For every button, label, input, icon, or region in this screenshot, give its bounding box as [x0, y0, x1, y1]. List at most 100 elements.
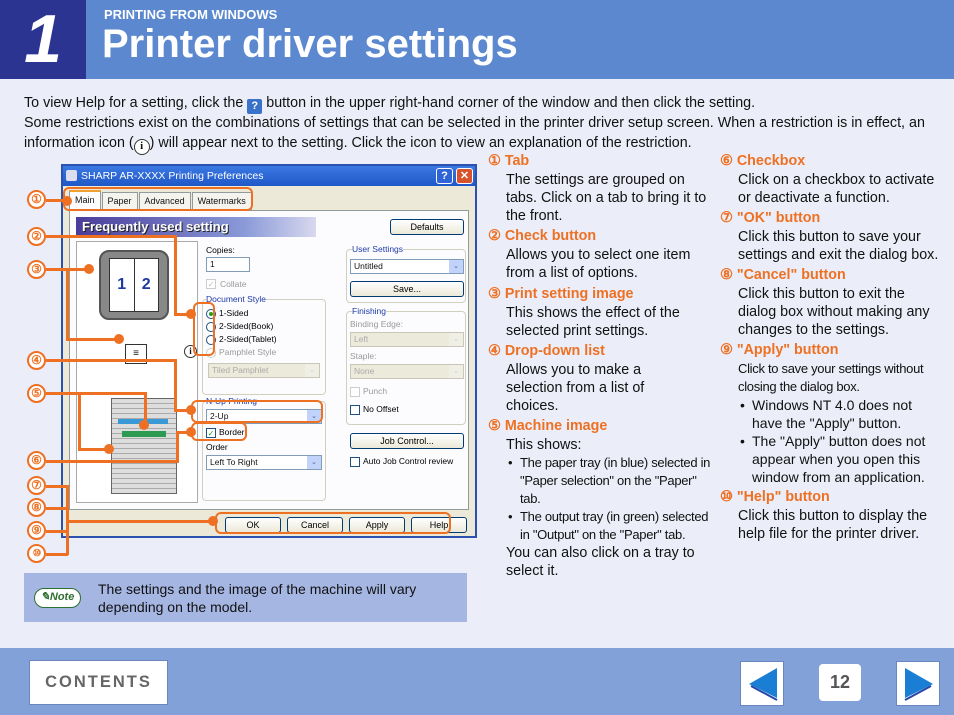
chapter-number: 1: [0, 0, 86, 79]
title-help-button[interactable]: ?: [436, 168, 453, 184]
title-close-button[interactable]: ✕: [456, 168, 473, 184]
callout-leader-line: [46, 553, 68, 556]
binding-edge-dropdown[interactable]: Left ⌄: [350, 332, 464, 347]
user-settings-dropdown[interactable]: Untitled ⌄: [350, 259, 464, 274]
chevron-down-icon: ⌄: [305, 364, 319, 377]
item-heading: ④ Drop-down list: [488, 343, 605, 359]
item-heading: ③ Print setting image: [488, 286, 634, 302]
arrow-right-icon: [904, 668, 933, 701]
callout-9: ⑨: [27, 521, 46, 540]
bullet-item: The "Apply" button does not appear when …: [720, 432, 940, 486]
chevron-down-icon: ⌄: [449, 365, 463, 378]
preview-page: 1 2: [99, 250, 169, 320]
callout-dot: [62, 196, 72, 206]
note-box: ✎Note The settings and the image of the …: [24, 573, 467, 622]
callout-3: ③: [27, 260, 46, 279]
callout-leader-line: [46, 359, 176, 362]
callout-dot: [84, 264, 94, 274]
page-title: Printer driver settings: [102, 22, 518, 66]
callout-leader-line: [46, 507, 68, 510]
item-heading: ⑤ Machine image: [488, 418, 608, 434]
chevron-down-icon: ⌄: [449, 260, 463, 273]
callout-5: ⑤: [27, 384, 46, 403]
intro-text: To view Help for a setting, click the ? …: [24, 94, 934, 155]
item-heading: ⑦ "OK" button: [720, 210, 821, 226]
note-badge: ✎Note: [34, 588, 81, 608]
item-text: Click on a checkbox to activate or deact…: [738, 172, 935, 206]
info-icon: i: [133, 138, 150, 155]
page-header: 1 PRINTING FROM WINDOWS Printer driver s…: [0, 0, 954, 79]
dialog-title: SHARP AR-XXXX Printing Preferences: [81, 170, 264, 182]
callout-leader-line: [174, 359, 177, 411]
callout-7: ⑦: [27, 476, 46, 495]
description-column-2: ⑥ Checkbox Click on a checkbox to activa…: [720, 152, 940, 543]
collate-checkbox[interactable]: ✓: [206, 279, 216, 289]
no-offset-checkbox[interactable]: [350, 405, 360, 415]
item-text: You can also click on a tray to select i…: [506, 545, 695, 579]
item-text: Click this button to exit the dialog box…: [738, 286, 930, 338]
highlight-radios: [193, 302, 215, 356]
save-button[interactable]: Save...: [350, 281, 464, 297]
item-heading: ⑧ "Cancel" button: [720, 267, 846, 283]
bullet-item: Windows NT 4.0 does not have the "Apply"…: [720, 396, 940, 432]
dialog-title-bar: SHARP AR-XXXX Printing Preferences ? ✕: [63, 166, 475, 186]
item-text: Allows you to select one item from a lis…: [506, 247, 691, 281]
chevron-down-icon: ⌄: [449, 333, 463, 346]
callout-dot: [186, 427, 196, 437]
item-text: Allows you to make a selection from a li…: [506, 362, 645, 414]
callout-leader-line: [46, 392, 146, 395]
contents-button[interactable]: CONTENTS: [29, 660, 168, 705]
callout-leader-line: [174, 235, 177, 315]
auto-job-control-checkbox[interactable]: [350, 457, 360, 467]
previous-page-button[interactable]: [740, 661, 784, 706]
callout-leader-line: [46, 460, 178, 463]
pamphlet-dropdown[interactable]: Tiled Pamphlet ⌄: [208, 363, 320, 378]
note-text: The settings and the image of the machin…: [98, 581, 417, 615]
callout-leader-line: [144, 392, 147, 422]
callout-leader-line: [46, 235, 176, 238]
highlight-border: [191, 422, 247, 441]
item-heading: ① Tab: [488, 153, 530, 169]
callout-2: ②: [27, 227, 46, 246]
next-page-button[interactable]: [896, 661, 940, 706]
highlight-buttons: [215, 512, 451, 534]
callout-1: ①: [27, 190, 46, 209]
description-column-1: ① Tab The settings are grouped on tabs. …: [488, 152, 718, 580]
callout-10: ⑩: [27, 544, 46, 563]
callout-leader-line: [66, 338, 120, 341]
item-heading: ⑩ "Help" button: [720, 489, 830, 505]
callout-leader-line: [66, 268, 69, 340]
chevron-down-icon: ⌄: [307, 456, 321, 469]
order-dropdown[interactable]: Left To Right ⌄: [206, 455, 322, 470]
item-text: The settings are grouped on tabs. Click …: [506, 172, 707, 224]
print-setting-image[interactable]: 1 2 ≡: [76, 241, 198, 503]
callout-dot: [186, 405, 196, 415]
item-text: Click this button to display the help fi…: [738, 508, 928, 542]
printing-preferences-dialog: SHARP AR-XXXX Printing Preferences ? ✕ M…: [61, 164, 477, 538]
copies-input[interactable]: 1: [206, 257, 250, 272]
highlight-nup: [191, 400, 323, 423]
arrow-left-icon: [749, 668, 778, 701]
callout-6: ⑥: [27, 451, 46, 470]
callout-dot: [186, 309, 196, 319]
item-heading: ⑨ "Apply" button: [720, 342, 839, 358]
item-text: This shows:: [506, 437, 582, 453]
highlight-tabs: [63, 187, 253, 211]
output-tray-highlight[interactable]: [122, 431, 166, 437]
callout-dot: [104, 444, 114, 454]
item-text: This shows the effect of the selected pr…: [506, 305, 680, 339]
job-control-button[interactable]: Job Control...: [350, 433, 464, 449]
item-text: Click this button to save your settings …: [738, 229, 939, 263]
help-question-icon: ?: [247, 99, 263, 114]
callout-dot: [139, 420, 149, 430]
item-text: Click to save your settings without clos…: [738, 361, 924, 394]
item-heading: ⑥ Checkbox: [720, 153, 806, 169]
callout-leader-line: [66, 520, 214, 523]
callout-leader-line: [78, 392, 81, 450]
callout-leader-line: [46, 530, 68, 533]
callout-dot: [208, 516, 218, 526]
callout-leader-line: [46, 485, 68, 488]
staple-dropdown[interactable]: None ⌄: [350, 364, 464, 379]
defaults-button[interactable]: Defaults: [390, 219, 464, 235]
punch-checkbox[interactable]: [350, 387, 360, 397]
